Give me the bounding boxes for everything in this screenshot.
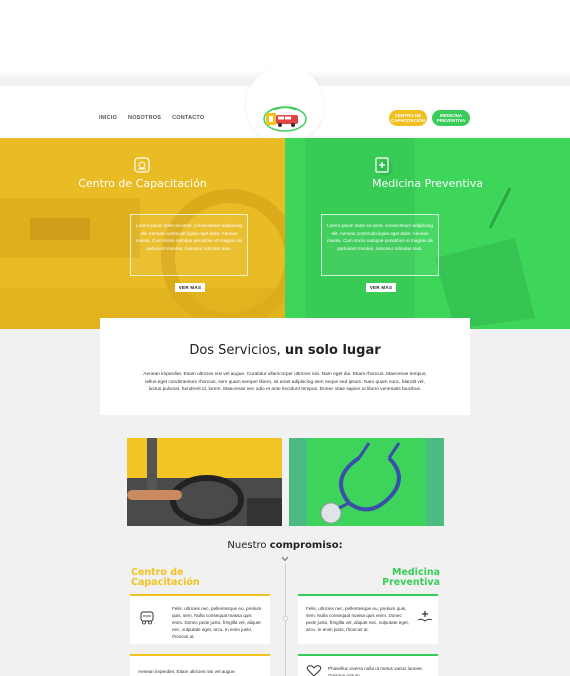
stethoscope-image — [289, 438, 444, 526]
commitment-text: Felis, ultricies nec, pellentesque eu, p… — [306, 606, 409, 632]
services-title-bold: un solo lugar — [284, 343, 381, 358]
heart-icon — [306, 665, 322, 676]
column-title-medicina: Medicina Preventiva — [382, 567, 440, 588]
car-icon — [140, 611, 154, 625]
hero-text: Lorem ipsum dolor sit amet, consectetuer… — [327, 223, 433, 251]
commitment-card: Felis, ultricies nec, pellentesque eu, p… — [298, 594, 438, 644]
bus-driver-photo — [127, 438, 282, 526]
commitment-text: Phasellus viverra nulla ut metus varius … — [328, 666, 423, 676]
logo-icon[interactable] — [262, 104, 308, 134]
nav-contacto[interactable]: CONTACTO — [172, 115, 204, 121]
services-card: Dos Servicios, un solo lugar Aenean impe… — [100, 318, 470, 415]
hero-title: Medicina Preventiva — [372, 177, 483, 190]
commitment-text: Aenean imperdiet. Etiam ultricies nisi v… — [138, 669, 236, 674]
training-icon — [134, 157, 150, 173]
compromiso-regular: Nuestro — [227, 540, 270, 551]
hero-capacitacion: Centro de Capacitación Lorem ipsum dolor… — [0, 138, 285, 329]
hero-medicina: Medicina Preventiva Lorem ipsum dolor si… — [285, 138, 570, 329]
commitment-card: Aenean imperdiet. Etiam ultricies nisi v… — [130, 654, 270, 676]
services-text: Aenean imperdiet. Etiam ultricies nisi v… — [143, 372, 427, 392]
hero-text: Lorem ipsum dolor sit amet, consectetuer… — [136, 223, 242, 251]
timeline-dot — [283, 616, 288, 621]
compromiso-title: Nuestro compromiso: — [0, 540, 570, 551]
ver-mas-button[interactable]: VER MÁS — [175, 283, 205, 292]
nav-nosotros[interactable]: NOSOTROS — [128, 115, 161, 121]
hero-text-box: Lorem ipsum dolor sit amet, consectetuer… — [321, 214, 439, 276]
hero-text-box: Lorem ipsum dolor sit amet, consectetuer… — [130, 214, 248, 276]
hero-title: Centro de Capacitación — [78, 177, 207, 190]
medical-hands-icon — [417, 611, 433, 622]
chevron-down-icon — [281, 556, 289, 562]
column-title-capacitacion: Centro de Capacitación — [131, 567, 200, 588]
medical-icon — [375, 157, 389, 173]
main-nav: INICIO NOSOTROS CONTACTO — [99, 115, 204, 121]
services-title: Dos Servicios, un solo lugar — [100, 343, 470, 358]
ver-mas-button[interactable]: VER MÁS — [366, 283, 396, 292]
commitment-card: Felis, ultricies nec, pellentesque eu, p… — [130, 594, 270, 644]
commitment-card: Phasellus viverra nulla ut metus varius … — [298, 654, 438, 676]
medicina-preventiva-button[interactable]: MEDICINA PREVENTIVA — [432, 110, 470, 126]
commitment-text: Felis, ultricies nec, pellentesque eu, p… — [172, 606, 262, 639]
bus-steering-wheel-image — [127, 438, 282, 526]
services-title-regular: Dos Servicios, — [189, 343, 285, 358]
stethoscope-photo — [289, 438, 444, 526]
compromiso-bold: compromiso: — [269, 540, 343, 551]
centro-capacitacion-button[interactable]: CENTRO DE CAPACITACIÓN — [389, 110, 427, 126]
nav-inicio[interactable]: INICIO — [99, 115, 117, 121]
